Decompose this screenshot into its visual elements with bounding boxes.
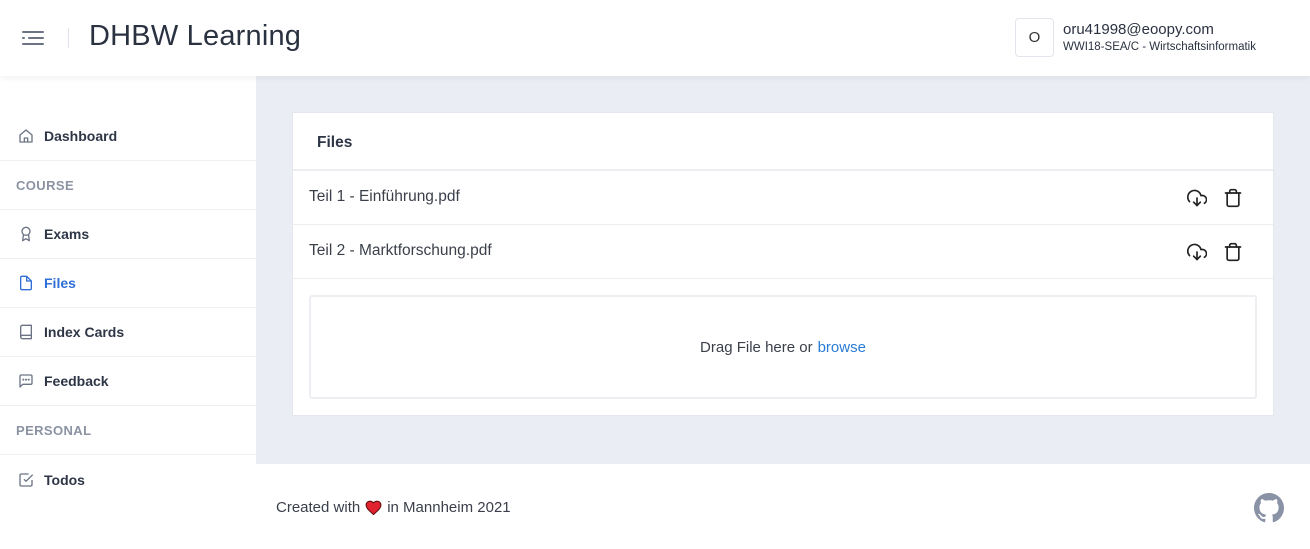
- footer-text-after: in Mannheim 2021: [387, 499, 511, 516]
- github-icon[interactable]: [1254, 493, 1284, 523]
- sidebar-item-todos[interactable]: Todos: [0, 455, 256, 504]
- files-card: Files Teil 1 - Einführung.pdf Teil 2 - M…: [292, 112, 1274, 416]
- cloud-download-icon[interactable]: [1186, 241, 1208, 263]
- sidebar-item-dashboard[interactable]: Dashboard: [0, 112, 256, 161]
- trash-icon[interactable]: [1222, 187, 1244, 209]
- app-title[interactable]: DHBW Learning: [89, 20, 301, 53]
- message-square-icon: [17, 372, 35, 390]
- sidebar-item-index-cards[interactable]: Index Cards: [0, 308, 256, 357]
- file-icon: [17, 274, 35, 292]
- hamburger-menu-icon[interactable]: [22, 28, 46, 48]
- user-email: oru41998@eoopy.com: [1063, 21, 1214, 38]
- file-name[interactable]: Teil 1 - Einführung.pdf: [309, 188, 460, 206]
- sidebar-item-label: Todos: [44, 471, 85, 488]
- dropzone-text: Drag File here or: [700, 338, 813, 356]
- award-icon: [17, 225, 35, 243]
- sidebar-item-files[interactable]: Files: [0, 259, 256, 308]
- file-actions: [1186, 241, 1244, 263]
- file-actions: [1186, 187, 1244, 209]
- footer: Created with in Mannheim 2021: [256, 464, 1310, 549]
- sidebar-item-label: Index Cards: [44, 324, 125, 340]
- file-row: Teil 1 - Einführung.pdf: [293, 171, 1273, 225]
- header-divider: [68, 28, 69, 48]
- sidebar-item-label: Dashboard: [44, 128, 118, 144]
- cloud-download-icon[interactable]: [1186, 187, 1208, 209]
- sidebar-item-label: Exams: [44, 226, 90, 242]
- footer-credit: Created with in Mannheim 2021: [276, 499, 511, 516]
- sidebar-item-label: Feedback: [44, 373, 109, 389]
- trash-icon[interactable]: [1222, 241, 1244, 263]
- section-heading-personal: PERSONAL: [0, 406, 256, 455]
- browse-link[interactable]: browse: [818, 339, 866, 356]
- sidebar-item-label: Files: [44, 275, 76, 291]
- home-icon: [17, 127, 35, 145]
- user-course: WWI18-SEA/C - Wirtschaftsinformatik: [1063, 41, 1256, 53]
- check-square-icon: [17, 471, 35, 489]
- sidebar: Dashboard COURSE Exams Files Index Cards…: [0, 76, 256, 549]
- sidebar-item-exams[interactable]: Exams: [0, 210, 256, 259]
- book-icon: [17, 323, 35, 341]
- sidebar-item-feedback[interactable]: Feedback: [0, 357, 256, 406]
- section-heading-course: COURSE: [0, 161, 256, 210]
- file-dropzone[interactable]: Drag File here or browse: [309, 295, 1257, 399]
- footer-text-before: Created with: [276, 499, 361, 516]
- file-row: Teil 2 - Marktforschung.pdf: [293, 225, 1273, 279]
- top-header: DHBW Learning O oru41998@eoopy.com WWI18…: [0, 0, 1310, 76]
- card-title: Files: [317, 134, 353, 151]
- avatar[interactable]: O: [1015, 18, 1054, 57]
- heart-icon: [365, 500, 382, 515]
- file-name[interactable]: Teil 2 - Marktforschung.pdf: [309, 242, 492, 260]
